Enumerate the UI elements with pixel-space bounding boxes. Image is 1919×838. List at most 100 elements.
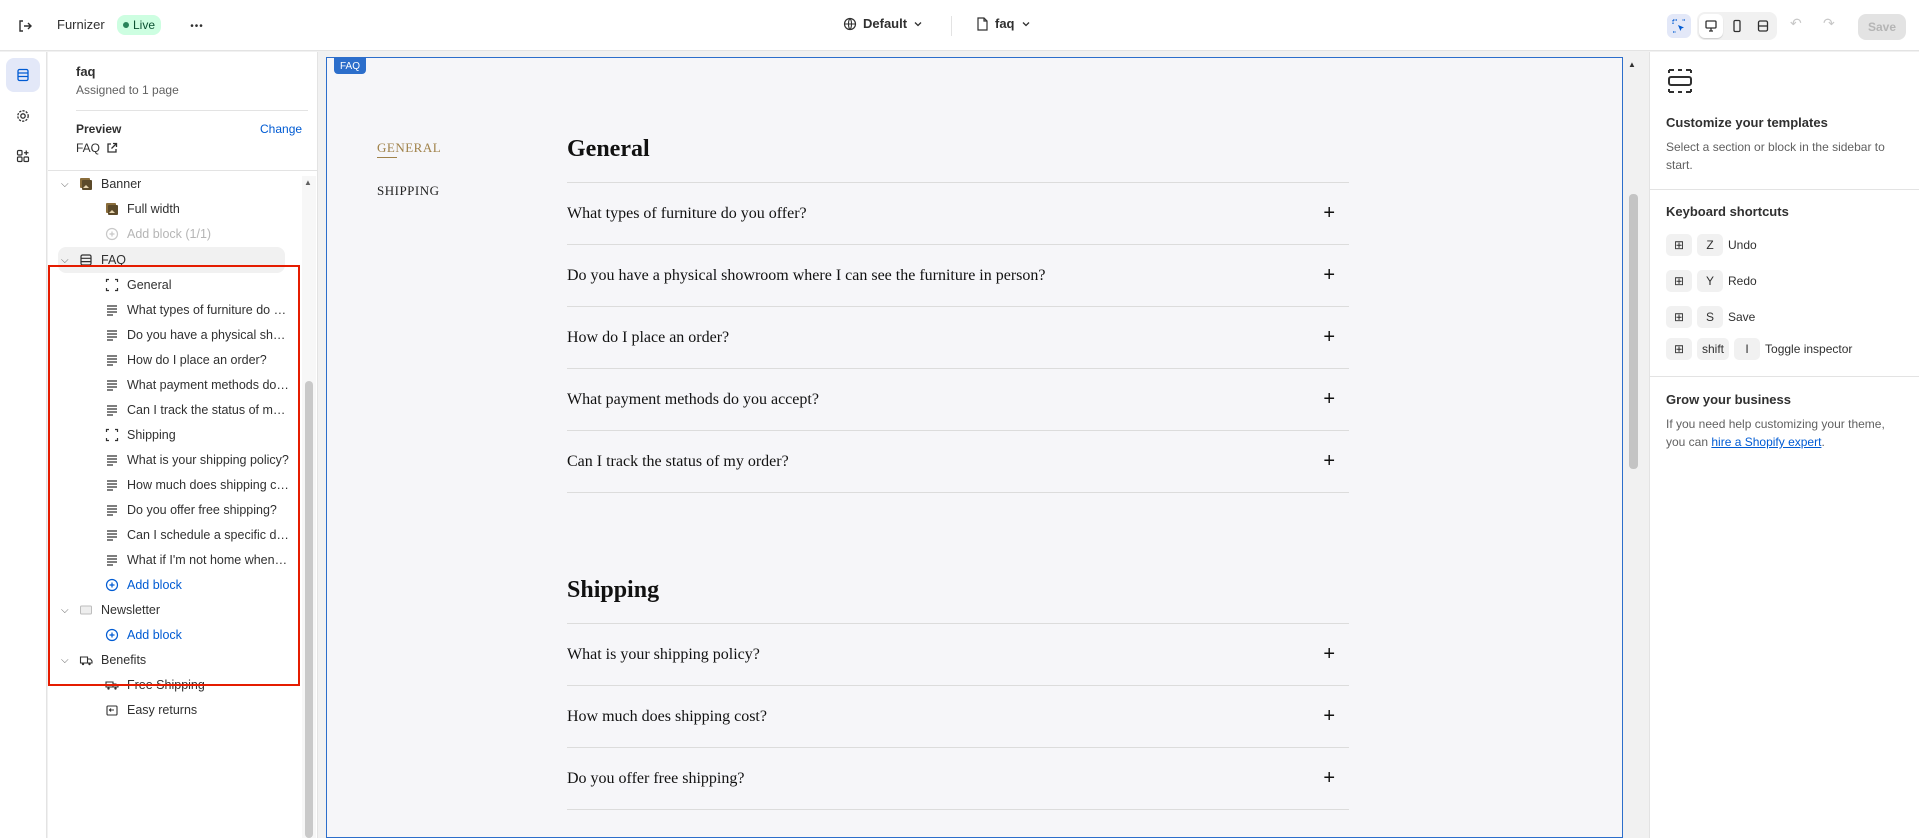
faq-question[interactable]: What payment methods do you accept? +: [567, 368, 1349, 430]
tree-label: Add block: [127, 628, 182, 642]
more-icon: •••: [190, 20, 204, 32]
tree-label: What if I'm not home when my order arriv…: [127, 553, 289, 567]
chevron-down-icon[interactable]: ⌵: [61, 255, 69, 266]
tree-block-general[interactable]: General: [48, 272, 300, 298]
faq-question-text: How do I place an order?: [567, 328, 730, 346]
redo-button[interactable]: ↷: [1823, 15, 1835, 32]
canvas-scrollbar[interactable]: ▲: [1625, 52, 1641, 838]
add-block-newsletter-button[interactable]: Add block: [48, 622, 300, 648]
tree-label: Full width: [127, 202, 180, 216]
grow-title: Grow your business: [1666, 392, 1791, 407]
tree-block-question[interactable]: What types of furniture do you offer?: [48, 297, 300, 323]
undo-button[interactable]: ↶: [1790, 15, 1802, 32]
desktop-view-button[interactable]: [1699, 14, 1723, 38]
text-icon: [104, 502, 120, 518]
shortcut-label: Save: [1728, 310, 1756, 324]
command-key-icon: ⊞: [1666, 234, 1692, 256]
store-name[interactable]: Furnizer: [57, 17, 105, 32]
faq-question[interactable]: How do I place an order? +: [567, 306, 1349, 368]
preview-page-link[interactable]: FAQ: [76, 141, 118, 155]
apps-tab[interactable]: [6, 139, 40, 173]
add-block-faq-button[interactable]: Add block: [48, 572, 300, 598]
tree-section-faq[interactable]: ⌵ FAQ: [48, 247, 300, 273]
faq-question[interactable]: Do you have a physical showroom where I …: [567, 244, 1349, 306]
tree-block-question[interactable]: What if I'm not home when my order arriv…: [48, 547, 300, 573]
preview-label: Preview: [76, 122, 122, 136]
tree-block-question[interactable]: Do you offer free shipping?: [48, 497, 300, 523]
sections-sidebar: faq Assigned to 1 page Preview Change FA…: [48, 52, 318, 838]
tree-label: What is your shipping policy?: [127, 453, 289, 467]
left-rail: [0, 52, 47, 838]
theme-selector[interactable]: Default: [843, 16, 923, 31]
faq-question[interactable]: Do you offer free shipping? +: [567, 747, 1349, 809]
chevron-down-icon: [1022, 21, 1029, 26]
tree-block-question[interactable]: What payment methods do you accept?: [48, 372, 300, 398]
faq-question[interactable]: Can I track the status of my order? +: [567, 430, 1349, 492]
divider: [567, 809, 1349, 810]
theme-settings-tab[interactable]: [6, 99, 40, 133]
topbar-divider: [951, 16, 952, 36]
scroll-up-icon[interactable]: ▲: [1628, 60, 1636, 69]
shortcuts-title: Keyboard shortcuts: [1666, 204, 1789, 219]
grow-text-end: .: [1821, 435, 1825, 449]
faq-group-heading: Shipping: [567, 577, 660, 603]
sections-tab[interactable]: [6, 58, 40, 92]
mobile-view-button[interactable]: [1725, 14, 1749, 38]
tree-block-full-width[interactable]: Full width: [48, 196, 300, 222]
faq-nav-general[interactable]: GENERAL: [377, 140, 441, 156]
hire-expert-link[interactable]: hire a Shopify expert: [1711, 435, 1821, 449]
scroll-up-icon[interactable]: ▲: [304, 178, 312, 187]
tree-section-benefits[interactable]: ⌵ Benefits: [48, 647, 300, 673]
tree-block-question[interactable]: How do I place an order?: [48, 347, 300, 373]
tree-block-question[interactable]: Do you have a physical showroom where I …: [48, 322, 300, 348]
exit-button[interactable]: [12, 13, 38, 39]
tree-block-question[interactable]: Can I schedule a specific delivery date?: [48, 522, 300, 548]
chevron-down-icon[interactable]: ⌵: [61, 605, 69, 616]
fullscreen-view-button[interactable]: [1751, 14, 1775, 38]
page-icon: [977, 16, 988, 31]
change-preview-link[interactable]: Change: [260, 122, 302, 136]
tree-label: What payment methods do you accept?: [127, 378, 289, 392]
plus-icon[interactable]: +: [1323, 450, 1335, 473]
tree-section-newsletter[interactable]: ⌵ Newsletter: [48, 597, 300, 623]
text-icon: [104, 527, 120, 543]
tree-label: Benefits: [101, 653, 147, 667]
tree-block-free-shipping[interactable]: Free Shipping: [48, 672, 300, 698]
tree-block-shipping[interactable]: Shipping: [48, 422, 300, 448]
plus-icon[interactable]: +: [1323, 202, 1335, 225]
shortcut-label: Toggle inspector: [1765, 342, 1853, 356]
tree-block-question[interactable]: What is your shipping policy?: [48, 447, 300, 473]
tree-block-easy-returns[interactable]: Easy returns: [48, 697, 300, 723]
inspector-select-button[interactable]: [1667, 14, 1691, 38]
active-underline: [377, 157, 397, 158]
plus-icon[interactable]: +: [1323, 705, 1335, 728]
faq-question[interactable]: How much does shipping cost? +: [567, 685, 1349, 747]
chevron-down-icon[interactable]: ⌵: [61, 179, 69, 190]
tree-block-question[interactable]: How much does shipping cost?: [48, 472, 300, 498]
plus-icon[interactable]: +: [1323, 388, 1335, 411]
inspector-panel: Customize your templates Select a sectio…: [1649, 52, 1919, 838]
faq-nav-shipping[interactable]: SHIPPING: [377, 183, 440, 199]
save-button[interactable]: Save: [1858, 14, 1906, 40]
plus-icon[interactable]: +: [1323, 326, 1335, 349]
plus-icon[interactable]: +: [1323, 767, 1335, 790]
faq-question[interactable]: What types of furniture do you offer? +: [567, 182, 1349, 244]
more-actions-button[interactable]: •••: [184, 13, 210, 39]
sidebar-scrollbar[interactable]: ▲: [302, 176, 316, 838]
add-block-banner-button[interactable]: Add block (1/1): [48, 221, 300, 247]
scrollbar-thumb[interactable]: [1629, 194, 1638, 469]
scrollbar-thumb[interactable]: [305, 381, 313, 838]
tree-label: Easy returns: [127, 703, 198, 717]
tree-block-question[interactable]: Can I track the status of my order?: [48, 397, 300, 423]
faq-question[interactable]: What is your shipping policy? +: [567, 623, 1349, 685]
plus-icon[interactable]: +: [1323, 643, 1335, 666]
tree-section-banner[interactable]: ⌵ Banner: [48, 171, 300, 197]
group-icon: [104, 277, 120, 293]
page-selector[interactable]: faq: [976, 16, 1031, 31]
chevron-down-icon[interactable]: ⌵: [61, 655, 69, 666]
plus-icon[interactable]: +: [1323, 264, 1335, 287]
live-dot-icon: [123, 22, 129, 28]
divider: [567, 492, 1349, 493]
preview-frame[interactable]: FAQ GENERAL SHIPPING General What types …: [326, 57, 1623, 838]
text-icon: [104, 327, 120, 343]
